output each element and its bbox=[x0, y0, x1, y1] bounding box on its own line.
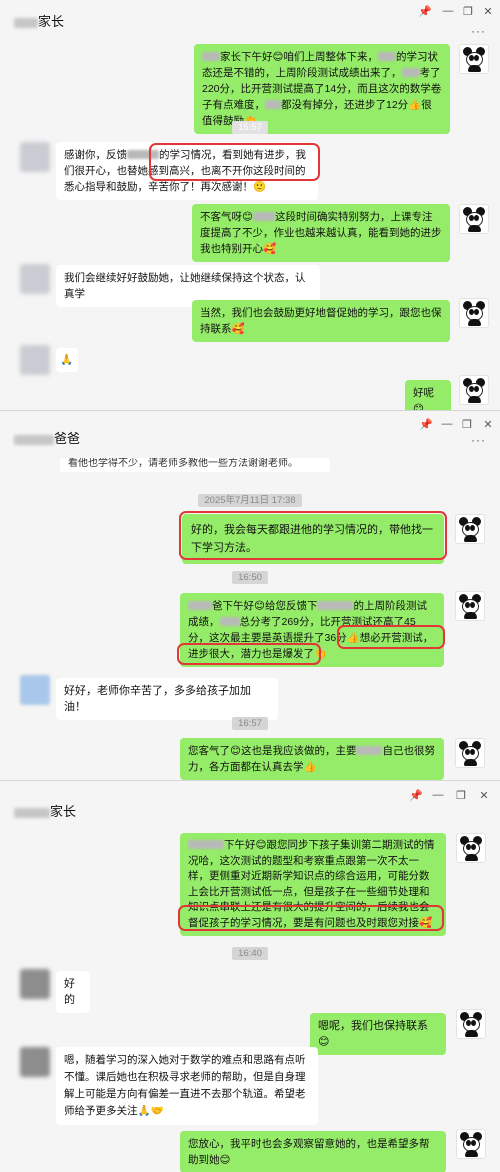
timestamp: 2025年7月11日 17:38 bbox=[0, 492, 500, 507]
teacher-avatar[interactable] bbox=[455, 591, 485, 621]
teacher-avatar[interactable] bbox=[455, 738, 485, 768]
parent-avatar[interactable] bbox=[20, 264, 50, 294]
message-bubble[interactable]: 下午好😊跟您同步下孩子集训第二期测试的情况哈，这次测试的题型和考察重点跟第一次不… bbox=[180, 833, 446, 936]
parent-avatar[interactable] bbox=[20, 969, 50, 999]
blurred-name bbox=[14, 17, 38, 28]
chat-title: 爸爸 bbox=[14, 428, 80, 447]
message-bubble[interactable]: 好呢😊 bbox=[405, 380, 451, 410]
chat-title: 家长 bbox=[14, 11, 64, 30]
chat-title: 家长 bbox=[14, 801, 76, 820]
message-bubble[interactable]: 爸下午好😊给您反馈下 的上周阶段测试成绩， 总分考了269分，比开营测试还高了45分… bbox=[180, 593, 444, 667]
message-bubble[interactable]: 感谢你，反馈 的学习情况，看到她有进步，我们很开心，也替她感到高兴，也离不开你这段… bbox=[56, 142, 318, 200]
close-icon[interactable]: ✕ bbox=[477, 789, 491, 802]
pin-icon[interactable]: 📌 bbox=[409, 789, 423, 802]
parent-avatar[interactable] bbox=[20, 1047, 50, 1077]
timestamp: 16:57 bbox=[0, 717, 500, 730]
teacher-avatar[interactable] bbox=[456, 833, 486, 863]
timestamp: 15:57 bbox=[0, 121, 500, 134]
teacher-avatar[interactable] bbox=[459, 44, 489, 74]
message-bubble[interactable]: 嗯呢，我们也保持联系😊 bbox=[310, 1013, 446, 1055]
pin-icon[interactable]: 📌 bbox=[418, 5, 432, 18]
message-bubble[interactable]: 🙏 bbox=[56, 348, 78, 372]
restore-icon[interactable]: ❐ bbox=[461, 5, 475, 18]
teacher-avatar[interactable] bbox=[459, 204, 489, 234]
chat-window-3: 家长 📌 — ❐ ✕ 下午好😊跟您同步下孩子集训第二期测试的情况哈，这次测试的题… bbox=[0, 780, 500, 1172]
minimize-icon[interactable]: — bbox=[441, 5, 455, 17]
timestamp: 16:40 bbox=[0, 947, 500, 960]
message-bubble[interactable]: 您客气了😊这也是我应该做的，主要 自己也很努力，各方面都在认真去学👍 bbox=[180, 738, 444, 780]
window-titlebar: 家长 📌 — ❐ ✕ bbox=[0, 781, 500, 821]
teacher-avatar[interactable] bbox=[455, 514, 485, 544]
close-icon[interactable]: ✕ bbox=[481, 5, 495, 18]
message-bubble[interactable]: 好的，我会每天都跟进他的学习情况的，带他找一下学习方法。 bbox=[182, 514, 444, 564]
window-titlebar: 家长 📌 — ❐ ✕ ··· bbox=[0, 0, 500, 40]
teacher-avatar[interactable] bbox=[459, 298, 489, 328]
close-icon[interactable]: ✕ bbox=[481, 418, 495, 431]
message-bubble[interactable]: 不客气呀😊 这段时间确实特别努力，上课专注度提高了不少，作业也越来越认真，能看到她… bbox=[192, 204, 450, 262]
partial-message: 看他也学得不少，请老师多教他一些方法谢谢老师。 bbox=[60, 458, 330, 472]
teacher-avatar[interactable] bbox=[459, 375, 489, 405]
message-bubble[interactable]: 当然，我们也会鼓励更好地督促她的学习，跟您也保持联系🥰 bbox=[192, 300, 450, 342]
message-bubble[interactable]: 好好，老师你辛苦了，多多给孩子加加油！ bbox=[56, 678, 278, 720]
parent-avatar[interactable] bbox=[20, 345, 50, 375]
more-icon[interactable]: ··· bbox=[471, 433, 486, 447]
more-icon[interactable]: ··· bbox=[471, 24, 486, 38]
restore-icon[interactable]: ❐ bbox=[460, 418, 474, 431]
message-bubble[interactable]: 好的 bbox=[56, 971, 90, 1013]
restore-icon[interactable]: ❐ bbox=[454, 789, 468, 802]
minimize-icon[interactable]: — bbox=[431, 789, 445, 801]
window-titlebar: 爸爸 📌 — ❐ ✕ ··· bbox=[0, 411, 500, 451]
chat-window-2: 爸爸 📌 — ❐ ✕ ··· 看他也学得不少，请老师多教他一些方法谢谢老师。 2… bbox=[0, 410, 500, 780]
teacher-avatar[interactable] bbox=[456, 1009, 486, 1039]
minimize-icon[interactable]: — bbox=[440, 418, 454, 430]
parent-avatar[interactable] bbox=[20, 142, 50, 172]
pin-icon[interactable]: 📌 bbox=[419, 418, 433, 431]
parent-avatar[interactable] bbox=[20, 675, 50, 705]
chat-window-1: 家长 📌 — ❐ ✕ ··· 家长下午好😊咱们上周整体下来， 的学习状态还是不错的… bbox=[0, 0, 500, 410]
teacher-avatar[interactable] bbox=[456, 1129, 486, 1159]
timestamp: 16:50 bbox=[0, 571, 500, 584]
message-bubble[interactable]: 您放心，我平时也会多观察留意她的，也是希望多帮助到她😊 bbox=[180, 1131, 446, 1172]
message-bubble[interactable]: 嗯，随着学习的深入她对于数学的难点和思路有点听不懂。课后她也在积极寻求老师的帮助… bbox=[56, 1047, 318, 1125]
